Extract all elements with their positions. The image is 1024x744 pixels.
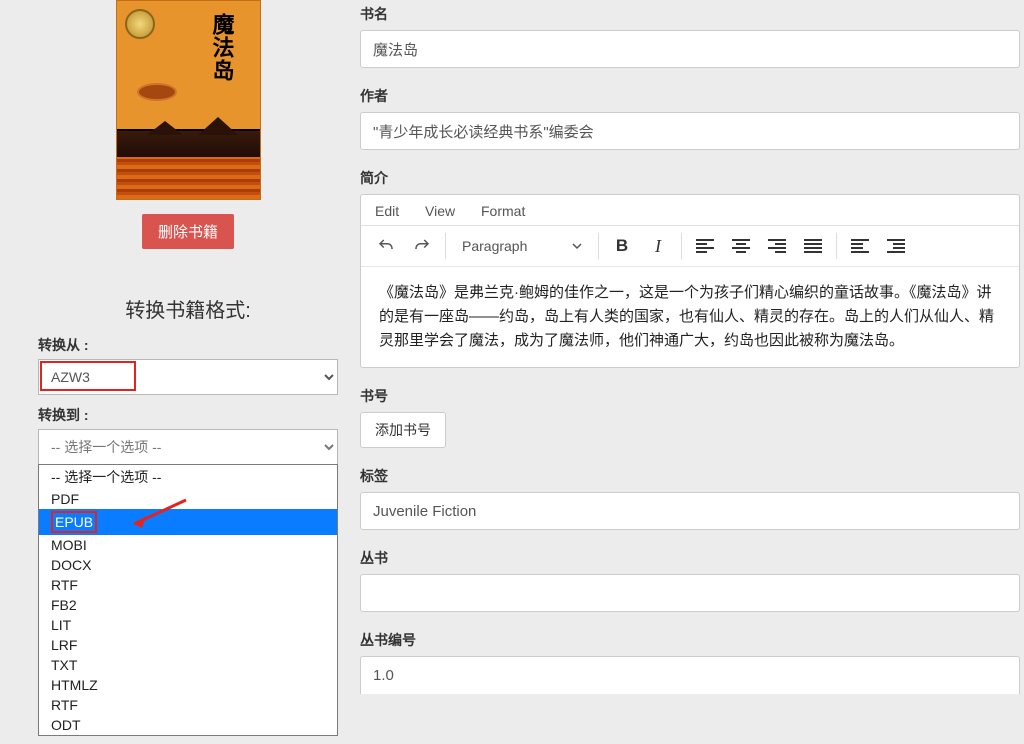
cover-title: 魔法岛 <box>206 13 238 82</box>
series-label: 丛书 <box>360 548 1024 568</box>
outdent-icon[interactable] <box>843 229 877 263</box>
menu-format[interactable]: Format <box>481 203 525 219</box>
align-center-icon[interactable] <box>724 229 758 263</box>
title-label: 书名 <box>360 4 1024 24</box>
undo-icon[interactable] <box>369 229 403 263</box>
main-form: 书名 作者 简介 Edit View Format Paragr <box>360 0 1024 694</box>
series-no-input[interactable] <box>360 656 1020 694</box>
description-label: 简介 <box>360 168 1024 188</box>
editor-menubar: Edit View Format <box>361 195 1019 225</box>
align-right-icon[interactable] <box>760 229 794 263</box>
title-input[interactable] <box>360 30 1020 68</box>
dropdown-option[interactable]: FB2 <box>39 595 337 615</box>
dropdown-option[interactable]: DOCX <box>39 555 337 575</box>
align-left-icon[interactable] <box>688 229 722 263</box>
convert-to-select[interactable]: -- 选择一个选项 -- <box>38 429 338 465</box>
tags-label: 标签 <box>360 466 1024 486</box>
dropdown-option[interactable]: PDF <box>39 489 337 509</box>
editor-toolbar: Paragraph B I <box>361 225 1019 267</box>
convert-to-dropdown-list: -- 选择一个选项 -- PDF EPUB MOBI DOCX RTF FB2 … <box>38 464 338 736</box>
convert-to-label: 转换到 : <box>38 405 338 425</box>
delete-book-button[interactable]: 删除书籍 <box>142 214 234 249</box>
convert-from-label: 转换从 : <box>38 335 338 355</box>
convert-from-select[interactable]: AZW3 <box>38 359 338 395</box>
editor-content[interactable]: 《魔法岛》是弗兰克·鲍姆的佳作之一，这是一个为孩子们精心编织的童话故事。《魔法岛… <box>361 267 1019 367</box>
rich-text-editor: Edit View Format Paragraph B I <box>360 194 1020 368</box>
series-input[interactable] <box>360 574 1020 612</box>
dropdown-option[interactable]: ODT <box>39 715 337 735</box>
menu-view[interactable]: View <box>425 203 455 219</box>
id-label: 书号 <box>360 386 1024 406</box>
bold-icon[interactable]: B <box>605 229 639 263</box>
dropdown-option[interactable]: LRF <box>39 635 337 655</box>
paragraph-select[interactable]: Paragraph <box>452 231 592 261</box>
author-label: 作者 <box>360 86 1024 106</box>
dropdown-option[interactable]: HTMLZ <box>39 675 337 695</box>
redo-icon[interactable] <box>405 229 439 263</box>
medal-icon <box>125 9 155 39</box>
chevron-down-icon <box>572 241 582 251</box>
dropdown-option-epub[interactable]: EPUB <box>39 509 337 535</box>
add-id-button[interactable]: 添加书号 <box>360 412 446 448</box>
italic-icon[interactable]: I <box>641 229 675 263</box>
left-sidebar: 魔法岛 删除书籍 转换书籍格式: 转换从 : AZW3 转换到 : -- 选择一… <box>38 0 338 465</box>
convert-heading: 转换书籍格式: <box>38 294 338 323</box>
menu-edit[interactable]: Edit <box>375 203 399 219</box>
dropdown-option[interactable]: RTF <box>39 695 337 715</box>
dropdown-option[interactable]: RTF <box>39 575 337 595</box>
book-cover: 魔法岛 <box>116 0 261 200</box>
dropdown-option[interactable]: LIT <box>39 615 337 635</box>
dropdown-option[interactable]: MOBI <box>39 535 337 555</box>
dropdown-option[interactable]: TXT <box>39 655 337 675</box>
indent-icon[interactable] <box>879 229 913 263</box>
author-input[interactable] <box>360 112 1020 150</box>
tags-input[interactable] <box>360 492 1020 530</box>
series-no-label: 丛书编号 <box>360 630 1024 650</box>
align-justify-icon[interactable] <box>796 229 830 263</box>
dropdown-option[interactable]: -- 选择一个选项 -- <box>39 465 337 489</box>
